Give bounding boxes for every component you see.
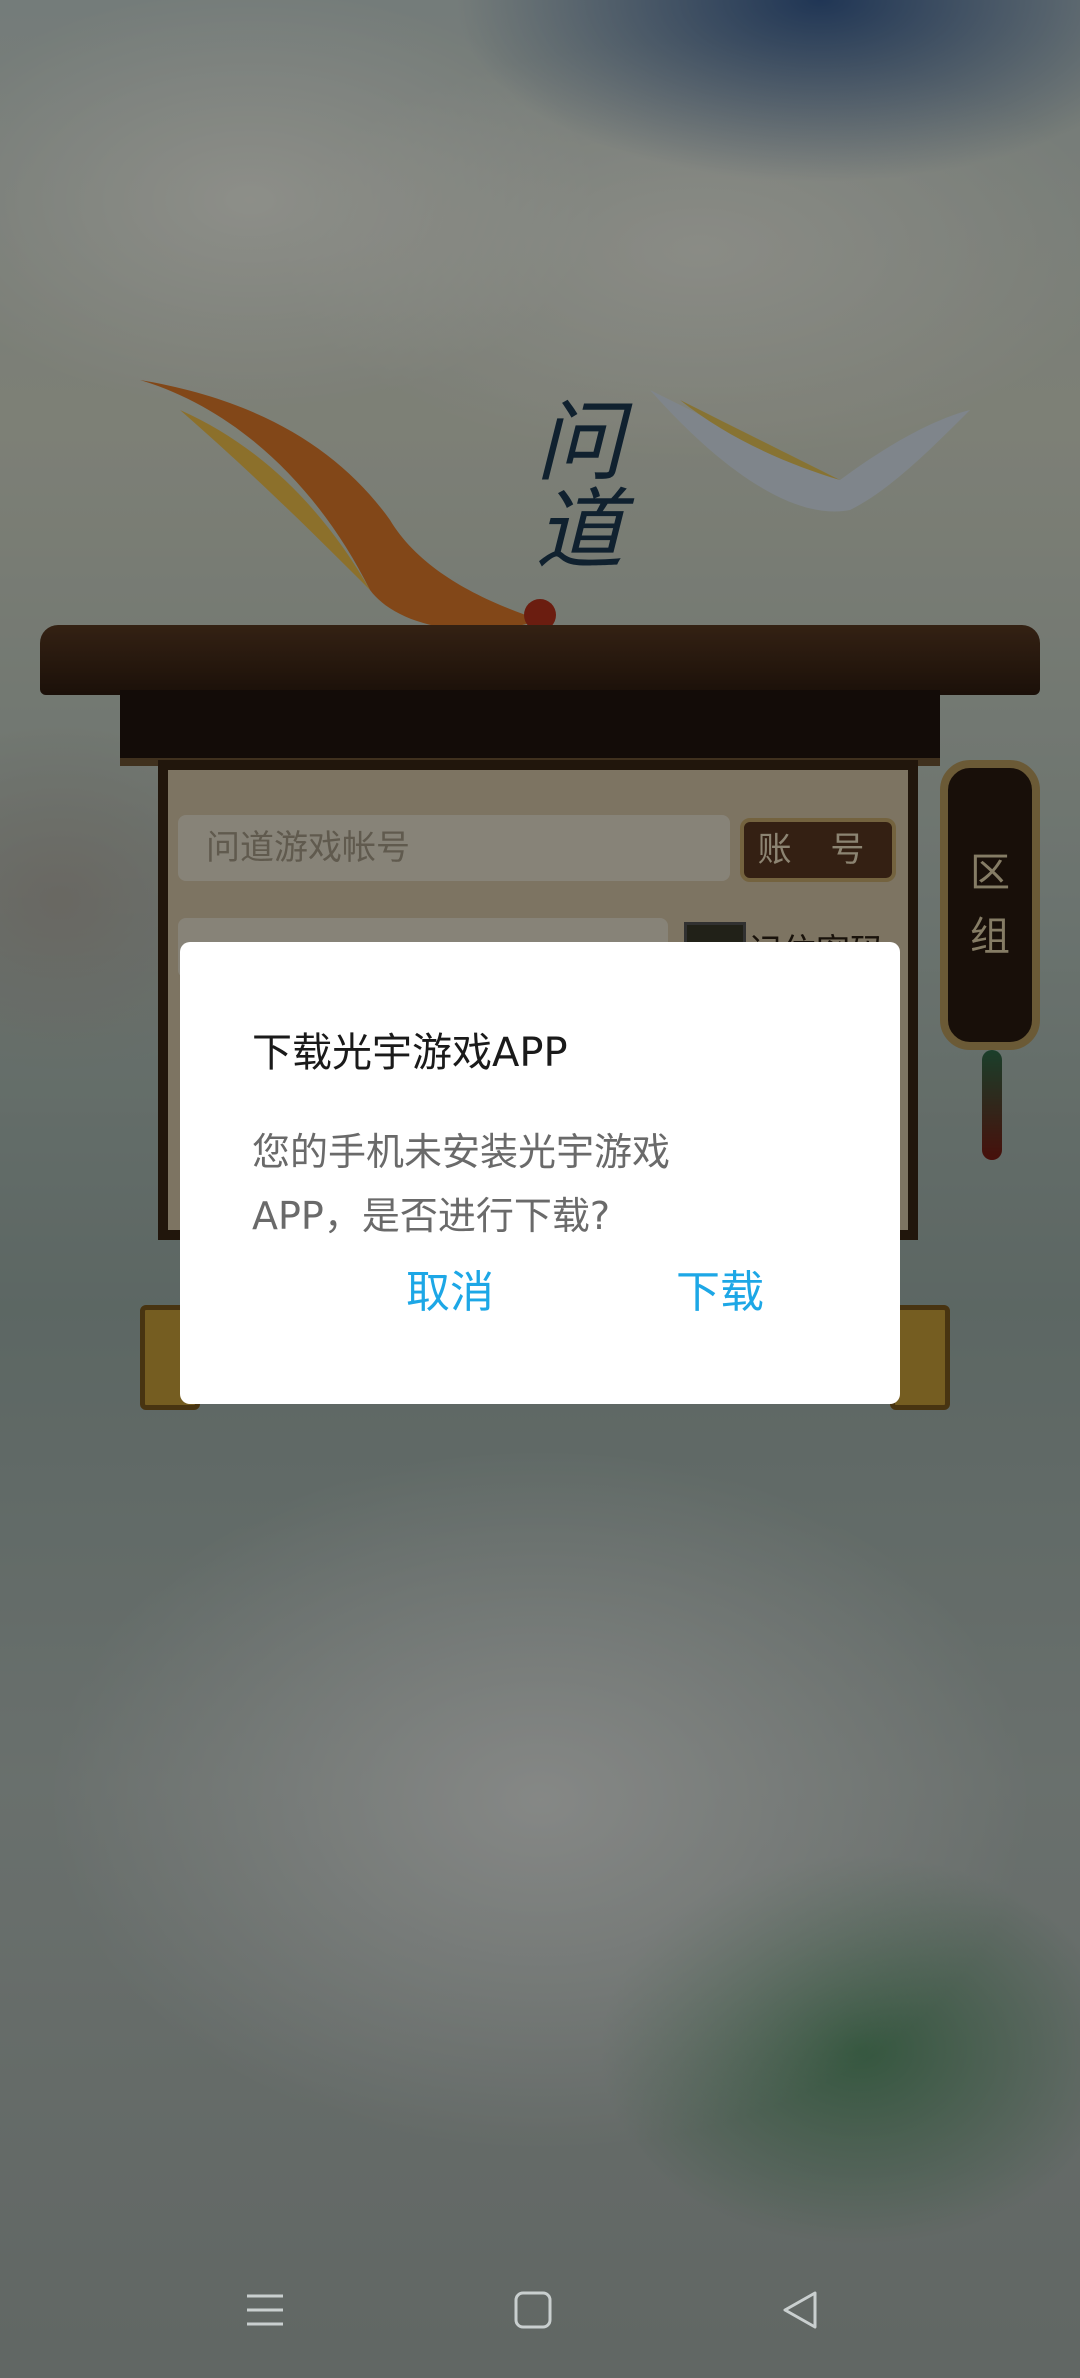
back-button[interactable] bbox=[750, 2260, 850, 2360]
home-button[interactable] bbox=[483, 2260, 583, 2360]
recent-apps-button[interactable] bbox=[215, 2260, 315, 2360]
back-icon bbox=[783, 2291, 817, 2329]
download-dialog: 下载光宇游戏APP 您的手机未安装光宇游戏APP，是否进行下载? 取消 下载 bbox=[180, 942, 900, 1404]
cancel-button[interactable]: 取消 bbox=[390, 1258, 510, 1328]
menu-icon bbox=[247, 2294, 283, 2326]
dialog-title: 下载光宇游戏APP bbox=[252, 1030, 568, 1076]
download-button[interactable]: 下载 bbox=[660, 1258, 780, 1328]
system-nav-bar bbox=[0, 2230, 1080, 2378]
home-icon bbox=[514, 2291, 552, 2329]
dialog-message: 您的手机未安装光宇游戏APP，是否进行下载? bbox=[252, 1130, 671, 1238]
